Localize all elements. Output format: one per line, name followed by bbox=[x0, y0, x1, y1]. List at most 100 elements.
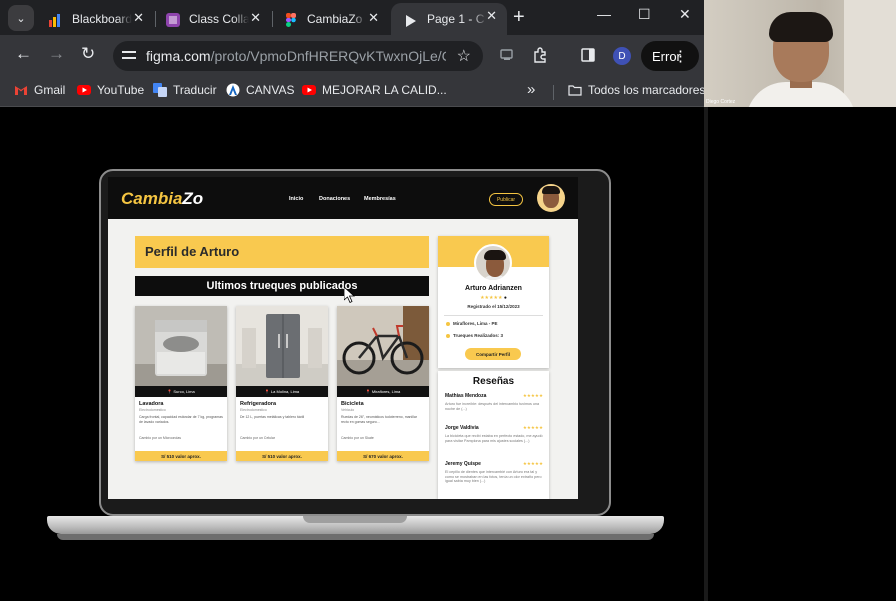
close-icon[interactable]: ✕ bbox=[133, 10, 144, 26]
webcam-door bbox=[844, 0, 896, 107]
youtube-icon bbox=[302, 84, 316, 96]
class-collab-icon bbox=[165, 11, 181, 27]
profile-location-text: Miraflores, Lima - PE bbox=[453, 321, 498, 326]
nav-donaciones[interactable]: Donaciones bbox=[319, 196, 350, 202]
media-icon[interactable] bbox=[499, 47, 515, 63]
bookmark-star-icon[interactable]: ☆ bbox=[457, 46, 471, 66]
all-bookmarks-folder[interactable]: Todos los marcadores bbox=[568, 83, 705, 97]
close-icon[interactable]: ✕ bbox=[250, 10, 261, 26]
product-card[interactable]: 📍 La Molina, Lima Refrigeradora Electrod… bbox=[236, 306, 328, 461]
bookmark-label: Gmail bbox=[34, 83, 66, 97]
product-description: Ruedas de 26", neumáticos todoterreno, m… bbox=[341, 415, 417, 424]
toolbar: ← → ↻ figma.com/proto/VpmoDnfHRERQvKTwxn… bbox=[0, 35, 704, 77]
profile-banner: Perfil de Arturo bbox=[135, 236, 429, 268]
prototype-screen: CambiaZo Inicio Donaciones Membresías Pu… bbox=[108, 177, 578, 499]
site-settings-icon[interactable] bbox=[122, 48, 136, 62]
tab-class-collab[interactable]: Class Colla ✕ bbox=[153, 5, 271, 33]
product-name: Refrigeradora bbox=[240, 401, 277, 407]
profile-avatar[interactable]: D bbox=[613, 47, 631, 65]
more-bookmarks-icon[interactable]: » bbox=[527, 81, 535, 98]
product-name: Bicicleta bbox=[341, 401, 364, 407]
minimize-icon[interactable]: — bbox=[597, 6, 611, 22]
chevron-down-icon: ⌄ bbox=[16, 12, 26, 25]
close-icon[interactable]: ✕ bbox=[368, 10, 379, 26]
publicar-button[interactable]: Publicar bbox=[489, 193, 523, 206]
profile-avatar-large bbox=[474, 244, 512, 282]
address-bar[interactable]: figma.com/proto/VpmoDnfHRERQvKTwxnOjLe/C… bbox=[113, 41, 483, 71]
bookmark-label: CANVAS bbox=[246, 83, 295, 97]
location-text: La Molina, Lima bbox=[270, 389, 300, 394]
logo-main: Cambia bbox=[121, 189, 183, 208]
reload-icon[interactable]: ↻ bbox=[81, 44, 95, 64]
product-category: Electrodomestico bbox=[139, 408, 166, 412]
review-text: La bicicleta que recibí estaba en perfec… bbox=[445, 434, 543, 443]
tab-title: Class Colla bbox=[189, 12, 249, 26]
product-swap: Cambio por un Microondas bbox=[139, 436, 182, 440]
review-text: Arturo fue increíble: después del interc… bbox=[445, 402, 540, 411]
bookmark-traducir[interactable]: Traducir bbox=[153, 83, 217, 97]
product-location: 📍 Miraflores, Lima bbox=[337, 386, 429, 397]
bookmark-canvas[interactable]: CANVAS bbox=[226, 83, 294, 97]
tab-cambiazo[interactable]: CambiaZo ✕ bbox=[271, 5, 389, 33]
location-pin-icon bbox=[446, 321, 450, 326]
review-item: Mathias Mendoza ★★★★★ Arturo fue increíb… bbox=[445, 393, 543, 411]
bookmark-gmail[interactable]: Gmail bbox=[14, 83, 65, 97]
bookmarks-bar: Gmail YouTube Traducir CANVAS MEJORAR LA… bbox=[0, 77, 705, 107]
product-category: Electrodomestico bbox=[240, 408, 267, 412]
back-icon[interactable]: ← bbox=[15, 44, 32, 64]
product-swap: Cambio por un Skate bbox=[341, 436, 374, 440]
url-text: figma.com/proto/VpmoDnfHRERQvKTwxnOjLe/C… bbox=[146, 48, 446, 64]
forward-icon[interactable]: → bbox=[48, 44, 65, 64]
rating-stars: ★★★★★ bbox=[480, 295, 503, 301]
close-window-icon[interactable]: ✕ bbox=[679, 6, 691, 23]
product-price: S/ 510 valor aprox. bbox=[135, 451, 227, 461]
review-stars: ★★★★★ bbox=[522, 461, 543, 466]
info-icon: ● bbox=[503, 295, 507, 301]
location-text: Surco, Lima bbox=[173, 389, 195, 394]
swap-icon bbox=[446, 333, 450, 338]
new-tab-icon[interactable]: + bbox=[513, 6, 525, 29]
error-button[interactable]: Error ⋮ bbox=[641, 41, 699, 71]
laptop-notch bbox=[303, 516, 407, 523]
extensions-icon[interactable] bbox=[532, 47, 548, 63]
product-image bbox=[236, 306, 328, 386]
close-icon[interactable]: ✕ bbox=[486, 8, 497, 24]
profile-name: Arturo Adrianzen bbox=[465, 285, 522, 292]
tab-strip: ⌄ Blackboard ✕ Class Colla ✕ CambiaZo ✕ … bbox=[0, 0, 704, 35]
tab-page-1[interactable]: Page 1 - C ✕ bbox=[391, 3, 507, 35]
bookmark-youtube[interactable]: YouTube bbox=[77, 83, 144, 97]
url-path: /proto/VpmoDnfHRERQvKTwxnOjLe/Cam... bbox=[210, 48, 446, 64]
product-location: 📍 La Molina, Lima bbox=[236, 386, 328, 397]
tab-title: Page 1 - C bbox=[427, 12, 485, 26]
product-card[interactable]: 📍 Miraflores, Lima Bicicleta Vehiculo Ru… bbox=[337, 306, 429, 461]
side-panel-icon[interactable] bbox=[580, 47, 596, 63]
product-card[interactable]: 📍 Surco, Lima Lavadora Electrodomestico … bbox=[135, 306, 227, 461]
nav-inicio[interactable]: Inicio bbox=[289, 196, 303, 202]
bookmark-label: MEJORAR LA CALID... bbox=[322, 83, 447, 97]
user-avatar[interactable] bbox=[537, 184, 565, 212]
trueques-header: Ultimos trueques publicados bbox=[135, 276, 429, 296]
product-image bbox=[135, 306, 227, 386]
webcam-feed: Diego Cortez bbox=[704, 0, 896, 107]
bookmark-label: Traducir bbox=[173, 83, 217, 97]
product-price: S/ 670 valor aprox. bbox=[337, 451, 429, 461]
product-category: Vehiculo bbox=[341, 408, 355, 412]
webcam-participant-name: Diego Cortez bbox=[706, 99, 736, 105]
tab-search-button[interactable]: ⌄ bbox=[8, 5, 34, 31]
profile-trades-text: Trueques Realizados: 3 bbox=[453, 333, 504, 338]
bookmark-mejorar-calidad[interactable]: MEJORAR LA CALID... bbox=[302, 83, 447, 97]
mouse-cursor-icon bbox=[344, 287, 356, 303]
nav-membresias[interactable]: Membresías bbox=[364, 196, 396, 202]
review-stars: ★★★★★ bbox=[522, 425, 543, 430]
share-profile-button[interactable]: Compartir Perfil bbox=[465, 348, 521, 360]
tab-blackboard[interactable]: Blackboard ✕ bbox=[36, 5, 154, 33]
tab-title: CambiaZo bbox=[307, 12, 363, 26]
reviews-title: Reseñas bbox=[472, 376, 515, 387]
translate-icon bbox=[153, 83, 167, 97]
cambiazo-logo[interactable]: CambiaZo bbox=[121, 189, 203, 209]
maximize-icon[interactable]: ☐ bbox=[638, 6, 651, 23]
profile-registered: Registrado el 15/12/2023 bbox=[467, 304, 520, 309]
profile-trades: Trueques Realizados: 3 bbox=[446, 333, 503, 338]
profile-card: Arturo Adrianzen ★★★★★ ● Registrado el 1… bbox=[438, 236, 549, 368]
more-menu-icon[interactable]: ⋮ bbox=[673, 47, 688, 65]
